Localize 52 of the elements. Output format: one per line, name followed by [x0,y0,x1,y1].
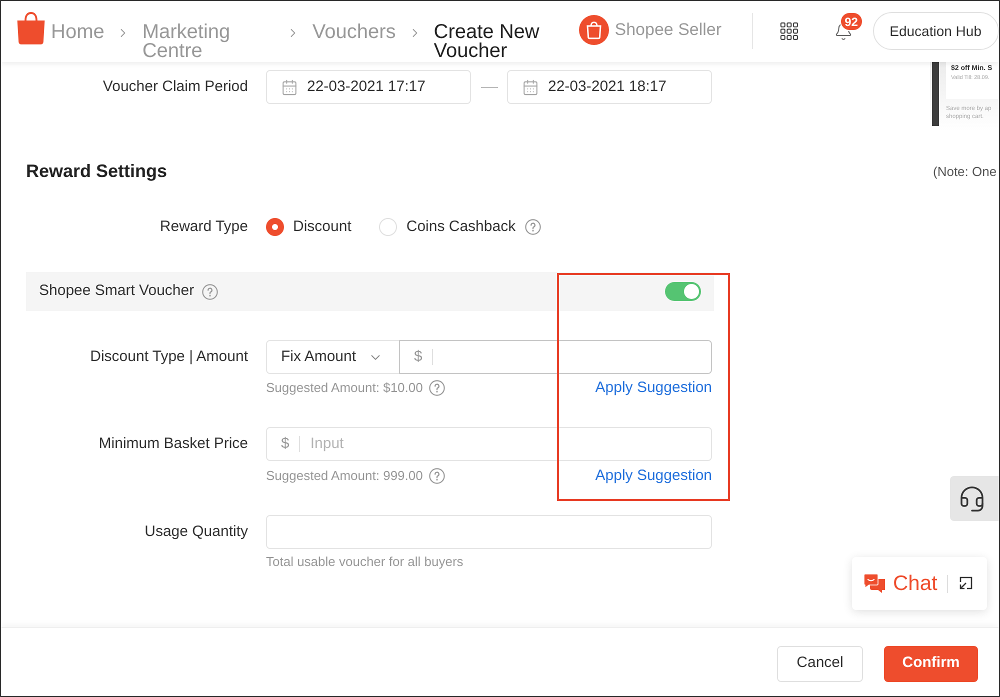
radio-label[interactable]: Coins Cashback [406,216,516,238]
breadcrumb-link[interactable]: Create New Voucher [434,23,566,61]
notification-badge: 92 [840,12,863,31]
field-label: Discount Type | Amount [90,346,248,367]
radio-button[interactable] [266,218,284,236]
radio-label[interactable]: Discount [293,216,352,238]
date-field[interactable]: 22-03-2021 18:17 [507,70,712,104]
breadcrumb-link[interactable]: Vouchers [312,23,396,42]
apply-suggestion-link[interactable]: Apply Suggestion [595,464,712,488]
toggle-switch[interactable] [665,282,701,301]
shopping-bag-icon[interactable] [16,12,46,45]
calendar-icon [522,78,539,96]
field-label: Minimum Basket Price [98,434,248,454]
radio-button[interactable] [379,218,398,236]
help-icon[interactable] [428,468,445,484]
discount-type-select[interactable]: Fix Amount [266,340,400,374]
field-label: Reward Type [160,216,248,237]
support-button[interactable] [950,476,999,521]
setting-label: Shopee Smart Voucher [39,281,194,302]
headset-icon [958,484,986,512]
expand-icon[interactable] [957,576,974,592]
shopping-bag-logo-icon [578,15,609,45]
suggestion-text: Suggested Amount: 999.00 [266,467,423,486]
amount-field[interactable]: $ [399,340,712,374]
range-dash [480,86,498,88]
brand-name: Shopee Seller [614,19,722,42]
field-label: Usage Quantity [144,522,248,542]
currency-symbol: $ [281,434,290,454]
confirm-button[interactable]: Confirm [884,646,978,682]
suggestion-text: Suggested Amount: $10.00 [266,379,423,398]
currency-symbol: $ [414,346,422,367]
chat-bubbles-icon[interactable] [864,574,886,593]
apply-suggestion-link[interactable]: Apply Suggestion [595,376,712,400]
breadcrumb-link[interactable]: Home [51,23,104,42]
date-field[interactable]: 22-03-2021 17:17 [266,70,471,104]
apps-grid-icon[interactable] [780,22,798,40]
calendar-icon [281,78,298,96]
note-text: (Note: One [932,164,997,180]
quantity-field[interactable] [266,515,712,549]
breadcrumb-link[interactable]: Marketing Centre [142,23,274,61]
field-hint: Total usable voucher for all buyers [266,555,464,569]
chat-label[interactable]: Chat [893,568,938,600]
phone-frame-edge [932,62,939,126]
cancel-button[interactable]: Cancel [777,646,863,682]
price-input[interactable]: Input [310,432,711,456]
price-field[interactable]: $ Input [266,427,712,461]
education-hub-button[interactable]: Education Hub [872,12,999,50]
field-label: Voucher Claim Period [102,76,248,97]
help-icon[interactable] [428,380,445,396]
help-icon[interactable] [524,219,541,235]
help-icon[interactable] [202,284,218,300]
section-title: Reward Settings [26,160,168,182]
